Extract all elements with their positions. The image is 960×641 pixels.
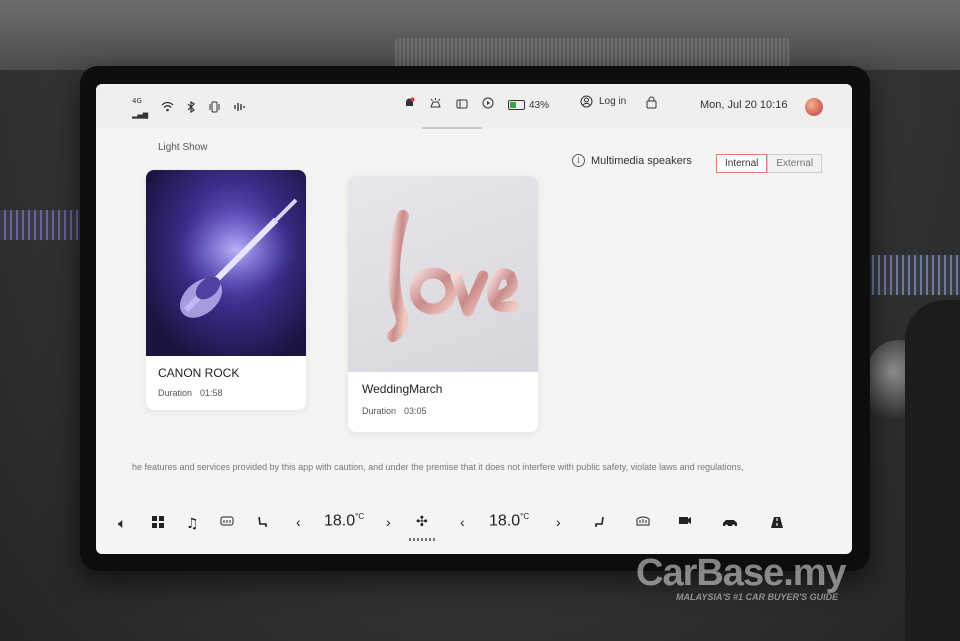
wifi-icon	[161, 101, 174, 115]
track-card-canon-rock[interactable]: CANON ROCK Duration 01:58	[146, 170, 306, 410]
love-balloon-artwork	[348, 176, 538, 372]
watermark-tagline: MALAYSIA'S #1 CAR BUYER'S GUIDE	[676, 592, 839, 602]
duration-value: 01:58	[200, 388, 223, 398]
bottom-dock: 🔈︎ ♫ ‹ 18.0°C › ✣ ‹ 18.0°C ›	[96, 492, 852, 554]
avatar[interactable]	[805, 98, 823, 116]
right-temp[interactable]: 18.0°C	[489, 512, 529, 530]
battery-percent: 43%	[529, 99, 550, 111]
fan-level-indicator	[409, 538, 435, 541]
login-button[interactable]: Log in	[580, 95, 626, 108]
speakers-label: Multimedia speakers	[591, 154, 692, 167]
speaker-grille	[395, 38, 790, 68]
bluetooth-icon	[187, 100, 196, 116]
guitar-artwork	[146, 170, 306, 356]
page-title: Light Show	[158, 142, 208, 153]
audio-wave-icon	[234, 101, 246, 116]
volume-icon[interactable]: 🔈︎	[118, 516, 126, 532]
camera-360-icon[interactable]	[678, 516, 692, 527]
duration-label: Duration	[158, 388, 193, 398]
steering-wheel	[905, 300, 960, 641]
left-temp[interactable]: 18.0°C	[324, 512, 364, 530]
track-title: CANON ROCK	[158, 366, 240, 380]
lock-icon[interactable]	[646, 96, 657, 114]
login-label: Log in	[599, 96, 627, 107]
track-title: WeddingMarch	[362, 382, 443, 396]
alert-icon[interactable]	[404, 96, 415, 114]
right-temp-increase[interactable]: ›	[556, 514, 561, 530]
seat-left-icon[interactable]	[256, 516, 268, 533]
status-bar: 4G ▂▄▆ 43% Log in Mon, Jul 20 10:16	[96, 84, 852, 128]
speaker-option-internal[interactable]: Internal	[716, 154, 768, 173]
hazard-light-icon[interactable]	[429, 96, 442, 114]
left-temp-decrease[interactable]: ‹	[296, 514, 301, 530]
car-icon[interactable]	[722, 516, 738, 532]
seat-right-icon[interactable]	[594, 516, 606, 533]
status-left-group: 4G ▂▄▆	[132, 94, 246, 122]
status-center-group: 43%	[404, 96, 549, 114]
signal-icon: 4G ▂▄▆	[132, 97, 149, 119]
battery-status: 43%	[508, 100, 549, 111]
rear-defrost-icon[interactable]	[636, 516, 650, 532]
front-defrost-icon[interactable]	[220, 516, 234, 532]
track-card-wedding-march[interactable]: WeddingMarch Duration 03:05	[348, 176, 538, 432]
duration-value: 03:05	[404, 406, 427, 416]
road-icon[interactable]	[770, 516, 784, 533]
pull-down-handle[interactable]	[422, 127, 482, 129]
speaker-option-external[interactable]: External	[767, 154, 823, 173]
ambient-light-right	[862, 255, 960, 295]
disclaimer-text: he features and services provided by thi…	[132, 462, 744, 472]
track-duration: Duration 03:05	[362, 406, 427, 416]
multimedia-speakers: i Multimedia speakers	[572, 154, 692, 167]
playback-icon[interactable]	[482, 96, 494, 114]
vibrate-icon	[208, 101, 221, 116]
fan-icon[interactable]: ✣	[416, 514, 428, 530]
speaker-toggle: Internal External	[716, 154, 823, 173]
right-temp-decrease[interactable]: ‹	[460, 514, 465, 530]
info-icon[interactable]: i	[572, 154, 585, 167]
infotainment-screen: 4G ▂▄▆ 43% Log in Mon, Jul 20 10:16 Ligh…	[96, 84, 852, 554]
track-duration: Duration 01:58	[158, 388, 223, 398]
duration-label: Duration	[362, 406, 397, 416]
user-icon	[580, 95, 593, 108]
screen-mirror-icon[interactable]	[456, 96, 468, 114]
watermark-brand: CarBase.my	[636, 552, 847, 594]
left-temp-increase[interactable]: ›	[386, 514, 391, 530]
music-icon[interactable]: ♫	[186, 516, 199, 532]
apps-grid-icon[interactable]	[152, 516, 164, 532]
datetime: Mon, Jul 20 10:16	[700, 99, 788, 111]
battery-icon	[508, 100, 525, 110]
